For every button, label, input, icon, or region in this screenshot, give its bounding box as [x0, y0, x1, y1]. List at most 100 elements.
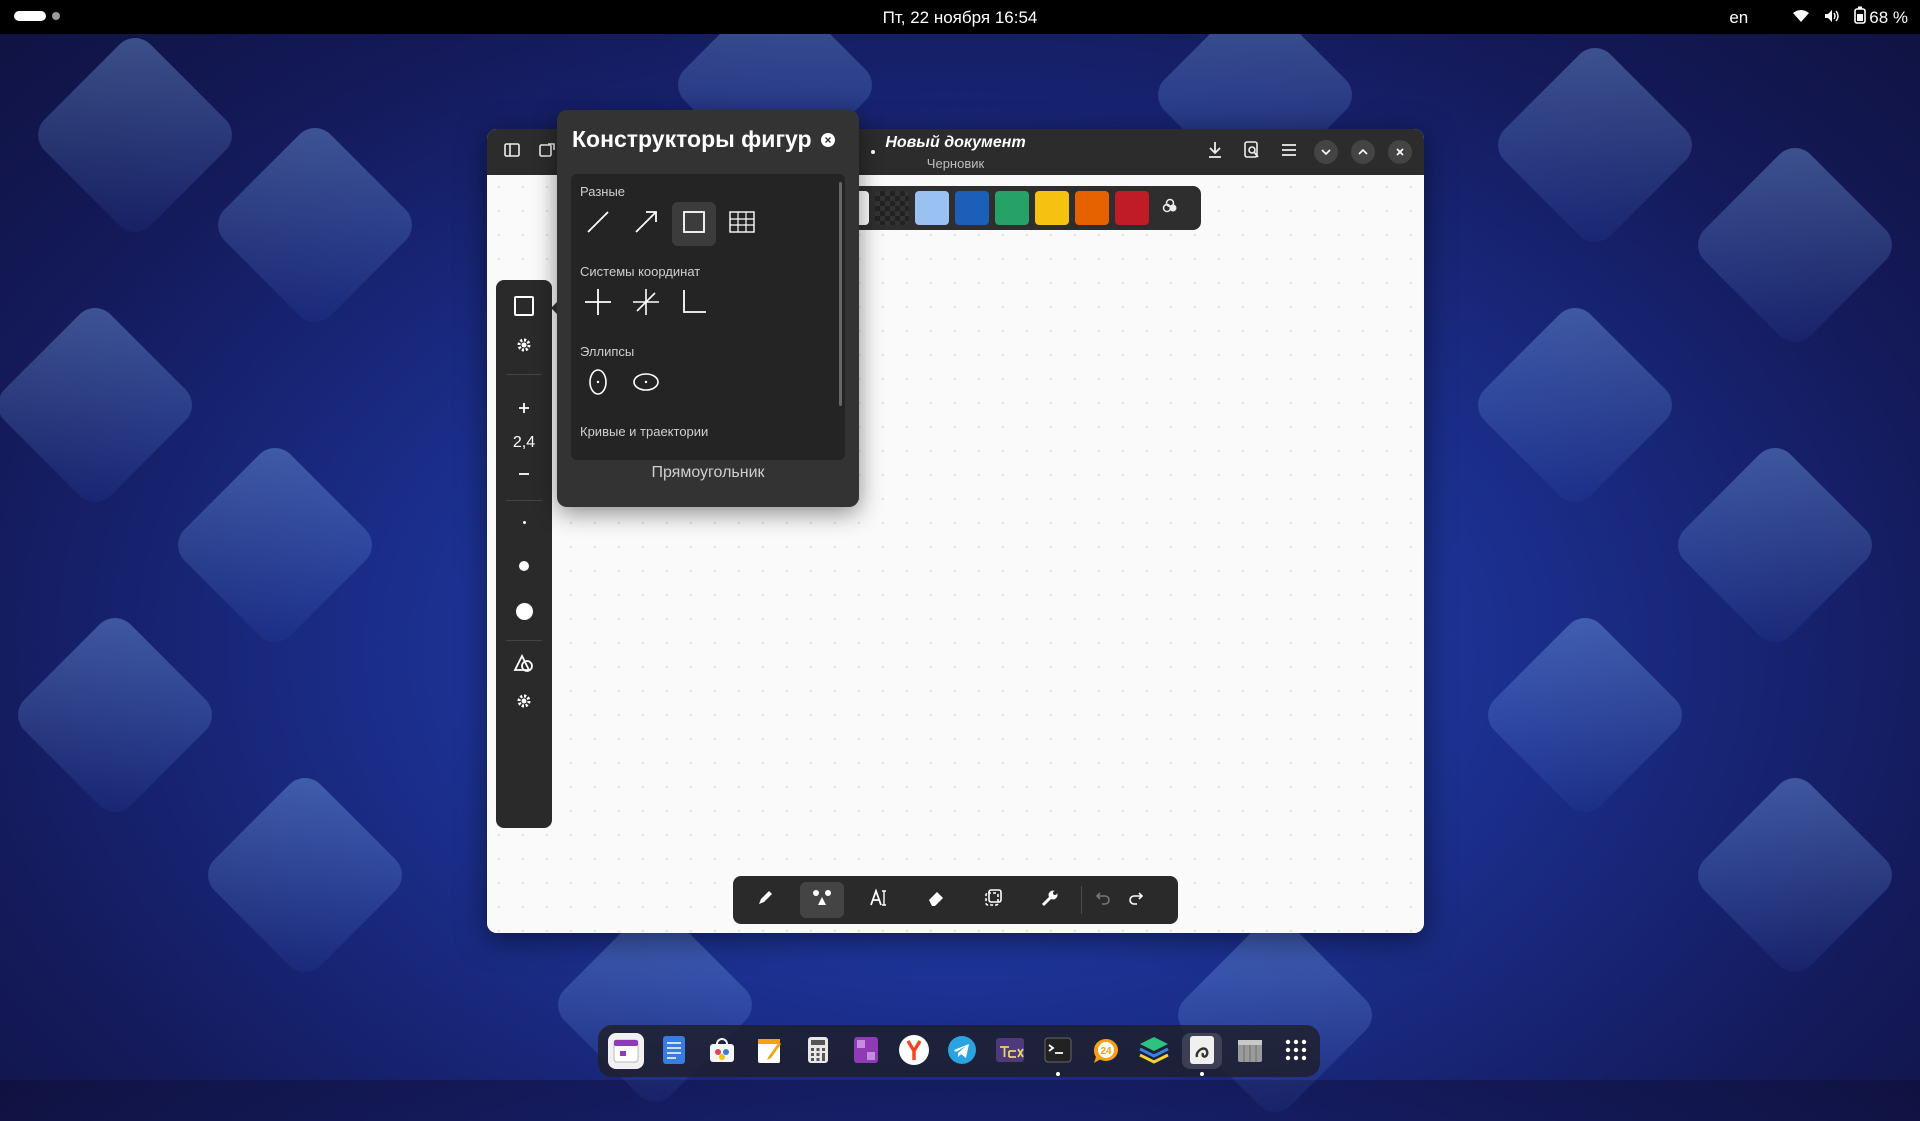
dock-app-dictionary[interactable]	[848, 1033, 884, 1069]
drawing-running-indicator	[1200, 1072, 1204, 1076]
dock-app-yandex-browser[interactable]	[896, 1033, 932, 1069]
dock-app-drawing[interactable]	[1182, 1033, 1222, 1069]
size-small-button[interactable]	[502, 504, 546, 540]
chat-bubble-icon: 24	[1093, 1038, 1118, 1063]
calendar-day-label: 24	[1100, 1046, 1112, 1057]
tex-icon	[995, 1035, 1025, 1068]
color-swatch-light-blue[interactable]	[915, 191, 949, 225]
color-swatch-blue[interactable]	[955, 191, 989, 225]
hamburger-icon	[1282, 143, 1296, 161]
dock-app-layers[interactable]	[1136, 1033, 1172, 1069]
scrollbar[interactable]	[839, 182, 842, 406]
dock-app-text-editor[interactable]	[656, 1033, 692, 1069]
calculator-icon	[807, 1036, 829, 1067]
main-menu-button[interactable]	[1274, 137, 1304, 167]
chevron-down-icon	[1314, 140, 1338, 164]
tool-options-bar: 2,4	[496, 280, 552, 828]
maximize-button[interactable]	[1348, 137, 1378, 167]
coord-3d-button[interactable]	[624, 282, 668, 326]
selected-shape-name: Прямоугольник	[651, 464, 765, 481]
small-dot-icon	[522, 520, 526, 524]
minimize-button[interactable]	[1311, 137, 1341, 167]
color-select-icon	[1162, 198, 1178, 219]
ellipse-horizontal-icon	[632, 372, 660, 397]
dock-app-archive[interactable]	[1232, 1033, 1268, 1069]
dock-app-calculator[interactable]	[800, 1033, 836, 1069]
tool-shapes-button[interactable]	[800, 882, 844, 918]
app-grid-icon	[1284, 1038, 1308, 1065]
system-tray[interactable]: en 68 %	[1729, 6, 1908, 29]
plus-icon	[518, 401, 530, 419]
shape-builders-popover: Конструкторы фигур Разные Системы коорди…	[557, 110, 859, 507]
activities-button[interactable]	[14, 11, 60, 21]
current-shape-button[interactable]	[502, 290, 546, 326]
medium-dot-icon	[519, 561, 529, 571]
shape-grid-button[interactable]	[720, 202, 764, 246]
shape-arrow-button[interactable]	[624, 202, 668, 246]
text-tool-icon	[869, 887, 889, 913]
color-swatch-transparent[interactable]	[875, 191, 909, 225]
ellipse-vertical-button[interactable]	[576, 362, 620, 406]
tool-canvas-settings-button[interactable]	[1028, 882, 1072, 918]
rectangle-icon	[682, 210, 706, 239]
chevron-up-icon	[1351, 140, 1375, 164]
gear-icon	[516, 337, 532, 358]
increase-size-button[interactable]	[502, 392, 546, 428]
terminal-running-indicator	[1056, 1072, 1060, 1076]
terminal-icon	[1044, 1037, 1072, 1066]
rectangle-icon	[513, 295, 535, 322]
preview-button[interactable]	[1237, 137, 1267, 167]
color-swatch-orange[interactable]	[1075, 191, 1109, 225]
tool-settings-button[interactable]	[502, 685, 546, 721]
clock[interactable]: Пт, 22 ноября 16:54	[883, 8, 1038, 27]
document-icon	[662, 1035, 686, 1068]
line-icon	[585, 209, 611, 240]
dock-app-messenger[interactable]: 24	[1088, 1033, 1124, 1069]
dock-app-calendar[interactable]	[608, 1033, 644, 1069]
3d-axes-icon	[632, 288, 660, 321]
dock-app-telegram[interactable]	[944, 1033, 980, 1069]
size-large-button[interactable]	[502, 593, 546, 629]
arrow-icon	[633, 209, 659, 240]
shape-list[interactable]: Разные Системы координат Эллипсы Кривые …	[571, 174, 845, 460]
battery-icon	[1854, 6, 1867, 29]
dock-app-software-store[interactable]	[704, 1033, 740, 1069]
popover-close-button[interactable]	[821, 133, 835, 147]
save-button[interactable]	[1200, 137, 1230, 167]
tool-pencil-button[interactable]	[743, 882, 787, 918]
corner-axes-icon	[681, 289, 707, 320]
decrease-size-button[interactable]	[502, 458, 546, 494]
dock-app-notes[interactable]	[752, 1033, 788, 1069]
coord-cartesian-button[interactable]	[576, 282, 620, 326]
divider	[1081, 886, 1082, 914]
keyboard-layout[interactable]: en	[1729, 8, 1748, 28]
tool-eraser-button[interactable]	[914, 882, 958, 918]
dock-app-terminal[interactable]	[1040, 1033, 1076, 1069]
calendar-icon	[613, 1037, 639, 1066]
color-chooser-button[interactable]	[1155, 191, 1185, 225]
shape-line-button[interactable]	[576, 202, 620, 246]
size-value[interactable]: 2,4	[502, 425, 546, 461]
ellipse-horizontal-button[interactable]	[624, 362, 668, 406]
coord-quadrant-button[interactable]	[672, 282, 716, 326]
undo-button[interactable]	[1088, 882, 1118, 918]
dock-app-tex-editor[interactable]	[992, 1033, 1028, 1069]
shape-rectangle-button[interactable]	[672, 202, 716, 246]
redo-button[interactable]	[1121, 882, 1151, 918]
yandex-browser-icon	[898, 1034, 930, 1069]
size-medium-button[interactable]	[502, 548, 546, 584]
popover-title: Конструкторы фигур	[572, 126, 812, 152]
color-swatch-green[interactable]	[995, 191, 1029, 225]
wrench-icon	[1041, 889, 1059, 912]
color-swatch-yellow[interactable]	[1035, 191, 1069, 225]
shape-filling-button[interactable]	[502, 647, 546, 683]
close-window-button[interactable]	[1385, 137, 1415, 167]
archive-icon	[1236, 1036, 1264, 1067]
tool-text-button[interactable]	[857, 882, 901, 918]
shape-settings-button[interactable]	[502, 329, 546, 365]
color-swatch-red[interactable]	[1115, 191, 1149, 225]
divider	[506, 640, 542, 641]
color-palette	[849, 186, 1201, 230]
tool-selection-button[interactable]	[971, 882, 1015, 918]
dock-app-grid-button[interactable]	[1278, 1033, 1314, 1069]
